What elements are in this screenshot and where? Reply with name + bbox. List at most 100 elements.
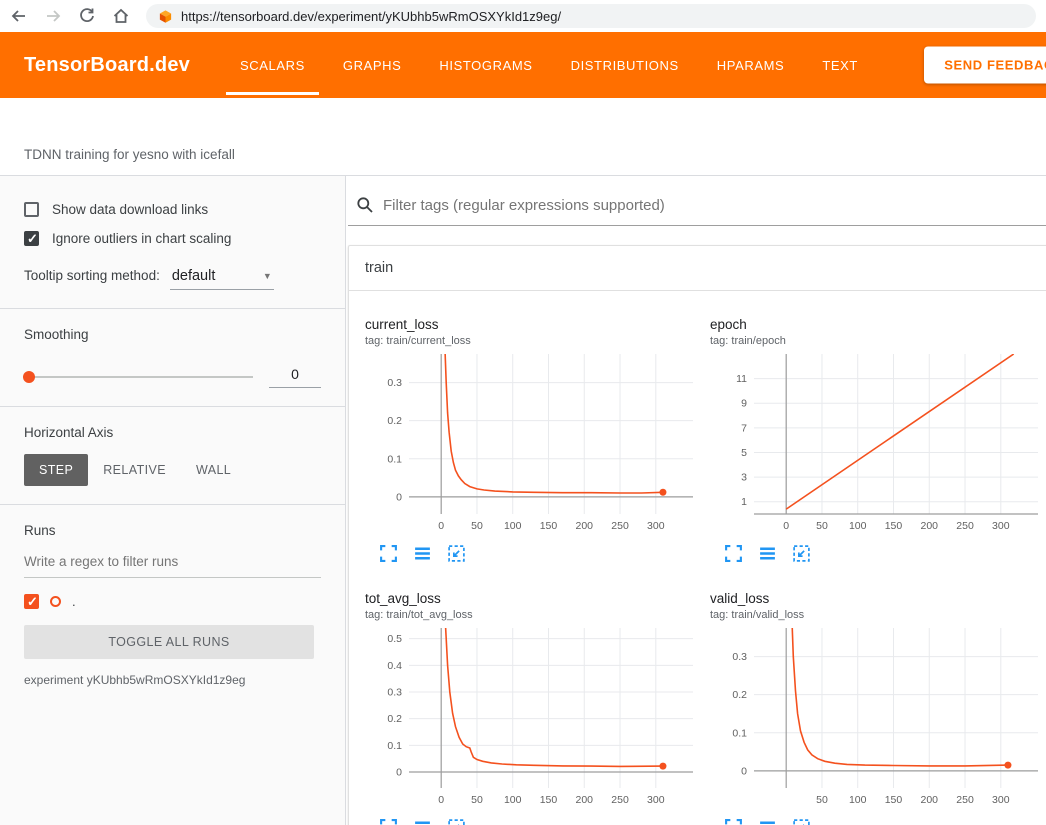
forward-icon[interactable] [44, 7, 62, 25]
send-feedback-button[interactable]: SEND FEEDBACK [924, 47, 1046, 84]
smoothing-label: Smoothing [24, 327, 321, 342]
expand-chart-icon[interactable] [724, 544, 743, 563]
fit-domain-icon[interactable] [792, 544, 811, 563]
checkbox-checked-icon[interactable] [24, 231, 39, 246]
chart-toolbar [708, 539, 1046, 563]
chart-title: valid_loss [708, 591, 1046, 606]
chevron-down-icon: ▼ [263, 271, 272, 281]
svg-text:7: 7 [741, 422, 747, 434]
tab-histograms[interactable]: HISTOGRAMS [435, 32, 536, 98]
ignore-outliers-checkbox-row[interactable]: Ignore outliers in chart scaling [24, 231, 321, 246]
tab-hparams[interactable]: HPARAMS [713, 32, 789, 98]
main-nav: SCALARS GRAPHS HISTOGRAMS DISTRIBUTIONS … [236, 32, 862, 98]
svg-text:0.4: 0.4 [387, 660, 402, 672]
tooltip-sorting-select[interactable]: default ▼ [170, 268, 274, 290]
chart-title: current_loss [363, 317, 701, 332]
chart-plot[interactable]: 05010015020025030000.10.20.3 [363, 349, 701, 539]
run-checkbox-icon[interactable] [24, 594, 39, 609]
toggle-all-runs-button[interactable]: TOGGLE ALL RUNS [24, 625, 314, 659]
settings-sidebar: Show data download links Ignore outliers… [0, 176, 346, 825]
brand-logo[interactable]: TensorBoard.dev [24, 54, 190, 77]
tooltip-sorting-label: Tooltip sorting method: [24, 268, 160, 283]
svg-text:0: 0 [438, 520, 444, 532]
horizontal-axis-section: Horizontal Axis STEP RELATIVE WALL [0, 407, 345, 504]
svg-text:50: 50 [816, 794, 828, 806]
experiment-caption: experiment yKUbhb5wRmOSXYkId1z9eg [24, 673, 321, 687]
svg-text:50: 50 [471, 520, 483, 532]
axis-wall-button[interactable]: WALL [181, 454, 246, 486]
chart-plot[interactable]: 5010015020025030000.10.20.3 [708, 623, 1046, 813]
data-table-icon[interactable] [413, 818, 432, 825]
checkbox-unchecked-icon[interactable] [24, 202, 39, 217]
horizontal-axis-label: Horizontal Axis [24, 425, 321, 440]
expand-chart-icon[interactable] [724, 818, 743, 825]
smoothing-slider-row: 0 [24, 366, 321, 388]
address-bar[interactable]: https://tensorboard.dev/experiment/yKUbh… [146, 4, 1036, 28]
svg-text:0: 0 [741, 765, 747, 777]
runs-section: Runs . TOGGLE ALL RUNS experiment yKUbhb… [0, 505, 345, 705]
reload-icon[interactable] [78, 7, 96, 25]
runs-label: Runs [24, 523, 321, 538]
chart-plot[interactable]: 0501001502002503001357911 [708, 349, 1046, 539]
fit-domain-icon[interactable] [447, 544, 466, 563]
smoothing-value-input[interactable]: 0 [269, 366, 321, 388]
url-text: https://tensorboard.dev/experiment/yKUbh… [181, 9, 561, 24]
train-group-card: train current_loss tag: train/current_lo… [348, 245, 1046, 825]
show-download-links-checkbox-row[interactable]: Show data download links [24, 202, 321, 217]
smoothing-slider-thumb[interactable] [23, 371, 35, 383]
chart-toolbar [708, 813, 1046, 825]
data-table-icon[interactable] [758, 818, 777, 825]
svg-text:300: 300 [992, 520, 1010, 532]
tab-text[interactable]: TEXT [818, 32, 862, 98]
fit-domain-icon[interactable] [792, 818, 811, 825]
chart-toolbar [363, 813, 701, 825]
chart-card: valid_loss tag: train/valid_loss 50 100 15… [708, 591, 1046, 825]
chart-tag: tag: train/current_loss [363, 335, 701, 347]
chart-tag: tag: train/epoch [708, 335, 1046, 347]
svg-text:0: 0 [783, 520, 789, 532]
group-header[interactable]: train [349, 246, 1046, 291]
svg-text:0.3: 0.3 [387, 687, 402, 699]
svg-text:200: 200 [575, 520, 593, 532]
svg-text:150: 150 [885, 794, 903, 806]
svg-text:150: 150 [540, 794, 558, 806]
tooltip-sorting-row: Tooltip sorting method: default ▼ [24, 268, 321, 290]
experiment-title-row: TDNN training for yesno with icefall [0, 98, 1046, 176]
show-download-links-label: Show data download links [52, 202, 208, 217]
chart-card: tot_avg_loss tag: train/tot_avg_loss 050… [363, 591, 701, 825]
svg-text:250: 250 [956, 794, 974, 806]
expand-chart-icon[interactable] [379, 818, 398, 825]
svg-text:100: 100 [849, 794, 867, 806]
svg-text:250: 250 [611, 520, 629, 532]
fit-domain-icon[interactable] [447, 818, 466, 825]
expand-chart-icon[interactable] [379, 544, 398, 563]
svg-text:0.5: 0.5 [387, 633, 402, 645]
filter-tags-input[interactable] [383, 197, 1046, 214]
svg-text:0.1: 0.1 [387, 740, 402, 752]
chart-card: current_loss tag: train/current_loss 0 50… [363, 317, 701, 563]
experiment-title: TDNN training for yesno with icefall [24, 147, 235, 162]
run-list-item[interactable]: . [24, 594, 321, 609]
charts-grid: current_loss tag: train/current_loss 050… [349, 291, 1046, 825]
svg-text:5: 5 [741, 447, 747, 459]
svg-text:150: 150 [540, 520, 558, 532]
axis-relative-button[interactable]: RELATIVE [88, 454, 181, 486]
smoothing-slider[interactable] [24, 376, 253, 378]
tab-graphs[interactable]: GRAPHS [339, 32, 406, 98]
svg-text:100: 100 [849, 520, 867, 532]
axis-step-button[interactable]: STEP [24, 454, 88, 486]
data-table-icon[interactable] [758, 544, 777, 563]
chart-tag: tag: train/valid_loss [708, 609, 1046, 621]
ignore-outliers-label: Ignore outliers in chart scaling [52, 231, 231, 246]
data-table-icon[interactable] [413, 544, 432, 563]
runs-filter-input[interactable] [24, 550, 321, 578]
home-icon[interactable] [112, 7, 130, 25]
svg-text:200: 200 [920, 520, 938, 532]
back-icon[interactable] [10, 7, 28, 25]
svg-text:0.1: 0.1 [387, 453, 402, 465]
chart-plot[interactable]: 05010015020025030000.10.20.30.40.5 [363, 623, 701, 813]
tab-distributions[interactable]: DISTRIBUTIONS [567, 32, 683, 98]
svg-text:0.1: 0.1 [732, 727, 747, 739]
tab-scalars[interactable]: SCALARS [236, 32, 309, 98]
svg-text:0: 0 [396, 491, 402, 503]
